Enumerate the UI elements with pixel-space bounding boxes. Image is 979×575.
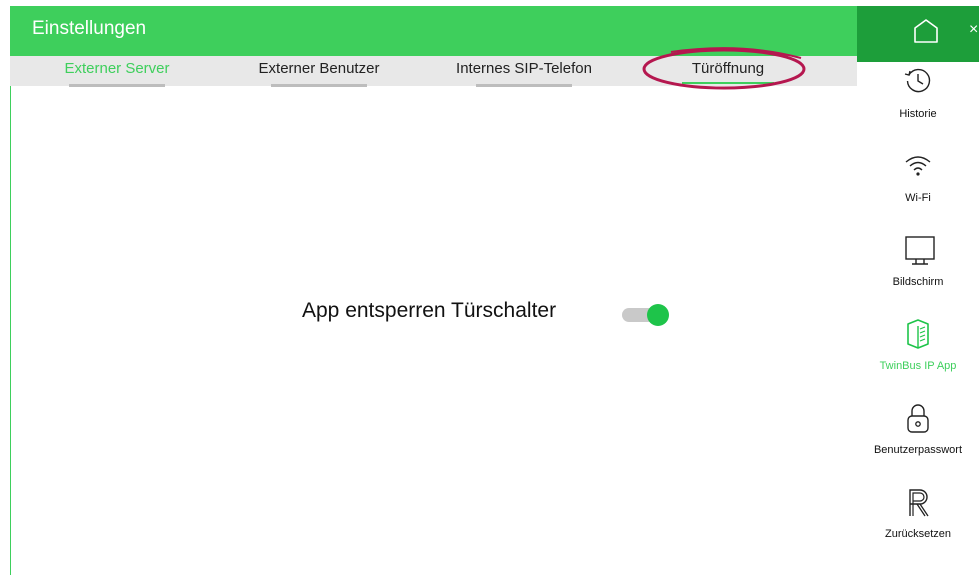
sidebar-item-label: Benutzerpasswort — [873, 444, 963, 456]
tab-external-user[interactable]: Externer Benutzer — [248, 56, 390, 87]
sidebar-item-label: Wi-Fi — [905, 192, 931, 204]
sidebar-item-label: Historie — [899, 108, 937, 120]
toggle-knob — [647, 304, 669, 326]
reset-icon — [909, 489, 929, 517]
unlock-door-switch-label: App entsperren Türschalter — [302, 299, 557, 322]
sidebar-item-twinbus-ip-app[interactable]: TwinBus IP App — [857, 318, 979, 398]
highlight-ellipse — [642, 47, 806, 90]
sidebar-item-label: Zurücksetzen — [884, 528, 952, 540]
sidebar-item-wifi[interactable]: Wi-Fi — [857, 150, 979, 230]
monitor-icon — [905, 236, 935, 265]
page-title: Einstellungen — [32, 18, 147, 39]
sidebar-item-label: Bildschirm — [892, 276, 944, 288]
sidebar-item-label: TwinBus IP App — [879, 360, 957, 372]
tab-underline — [271, 84, 367, 87]
home-icon[interactable] — [912, 18, 940, 44]
wifi-icon — [905, 156, 931, 176]
tab-label: Externer Benutzer — [258, 60, 380, 77]
unlock-door-switch-toggle[interactable] — [622, 304, 670, 326]
tab-external-server[interactable]: Externer Server — [58, 56, 176, 87]
history-icon — [904, 68, 931, 93]
home-bar: × — [857, 6, 979, 62]
left-border-line — [10, 55, 11, 575]
app-book-icon — [907, 319, 929, 349]
sidebar-item-reset[interactable]: Zurücksetzen — [857, 486, 979, 566]
lock-icon — [907, 404, 929, 433]
close-icon[interactable]: × — [969, 21, 978, 39]
right-sidebar: × Historie Wi-Fi Bildschirm TwinBus IP A… — [857, 6, 979, 575]
tab-internal-sip-phone[interactable]: Internes SIP-Telefon — [440, 56, 608, 87]
tab-underline — [69, 84, 165, 87]
tab-underline — [476, 84, 572, 87]
sidebar-item-history[interactable]: Historie — [857, 66, 979, 146]
sidebar-item-screen[interactable]: Bildschirm — [857, 234, 979, 314]
tab-label: Internes SIP-Telefon — [456, 60, 592, 77]
sidebar-item-user-password[interactable]: Benutzerpasswort — [857, 402, 979, 482]
tab-label: Externer Server — [64, 60, 170, 77]
